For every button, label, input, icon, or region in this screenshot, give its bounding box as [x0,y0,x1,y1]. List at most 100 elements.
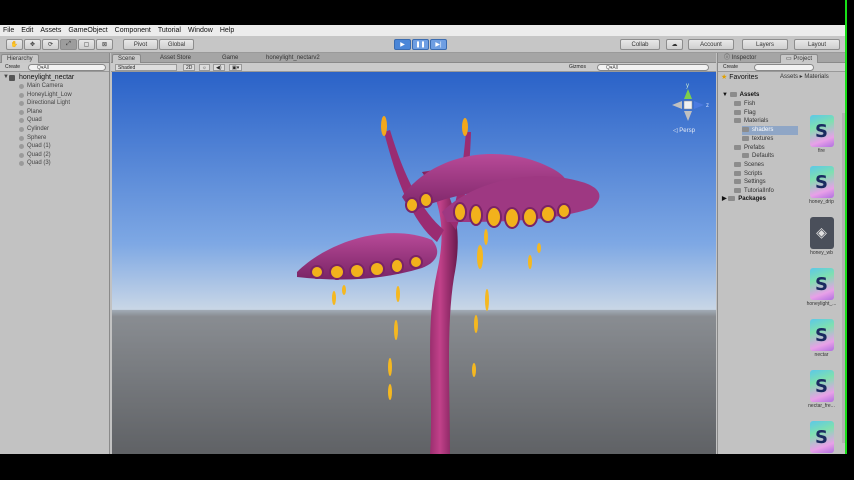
asset-tile[interactable]: Snectar [799,319,844,358]
ground-plane [112,310,716,454]
asset-tile[interactable]: ◈ honey_wb [799,217,844,256]
rotate-tool-button[interactable]: ⟳ [42,39,59,50]
hierarchy-search-input[interactable]: Q▾All [28,64,106,71]
gizmos-label: Gizmos [569,64,586,70]
gizmo-y-label: y [686,83,689,89]
asset-tile[interactable]: Sfire [799,115,844,154]
menu-file[interactable]: File [3,27,14,34]
asset-tile[interactable]: Shoney_drip [799,166,844,205]
scale-tool-button[interactable]: ⤢ [60,39,77,50]
cloud-button[interactable]: ☁ [666,39,683,50]
tab-honeylight-nectarv2[interactable]: honeylight_nectarv2 [261,54,325,63]
packages-row[interactable]: ▶ Packages [722,195,766,204]
project-breadcrumb[interactable]: Assets ▸ Materials [780,73,829,82]
project-create-button[interactable]: Create [721,64,740,71]
global-toggle[interactable]: Global [159,39,194,50]
play-button[interactable]: ▶ [394,39,411,50]
project-folder-item[interactable]: Scripts [734,170,762,179]
shader-icon: S [809,319,834,351]
folder-icon [734,188,741,193]
image-icon: ▣▾ [232,65,240,71]
menu-edit[interactable]: Edit [21,27,33,34]
gameobject-icon [19,92,24,98]
tab-project[interactable]: ▭ Project [780,54,819,63]
layers-label: Layers [755,41,774,48]
project-folder-item[interactable]: Prefabs [734,144,765,153]
effects-dropdown[interactable]: ▣▾ [229,64,243,71]
gizmo-persp-label[interactable]: ◁ Persp [673,128,696,134]
scene-search-input[interactable]: Q▾All [597,64,709,71]
project-folder-item[interactable]: Scenes [734,161,764,170]
scene-search-placeholder: Q▾All [606,65,618,71]
step-button[interactable]: ▶| [430,39,447,50]
shading-mode-dropdown[interactable]: Shaded [115,64,177,71]
project-create-label: Create [723,64,739,70]
gizmos-dropdown[interactable]: Gizmos [567,64,588,71]
tab-game-label: Game [222,55,239,61]
asset-name: honey_wb [810,250,833,256]
tab-scene[interactable]: Scene [112,54,142,63]
audio-toggle[interactable]: ◀) [213,64,225,71]
lighting-toggle[interactable]: ☼ [199,64,210,71]
tab-inspector[interactable]: ⓘ Inspector [719,54,761,63]
gizmo-center[interactable] [683,100,693,110]
shader-icon: S [809,268,834,300]
account-dropdown[interactable]: Account [688,39,734,50]
hand-tool-button[interactable]: ✋ [6,39,23,50]
transform-tool-button[interactable]: ⊠ [96,39,113,50]
gameobject-icon [19,144,24,150]
project-folder-item[interactable]: Fish [734,100,755,109]
scale-icon: ⤢ [66,41,71,47]
layers-dropdown[interactable]: Layers [742,39,788,50]
layout-dropdown[interactable]: Layout [794,39,840,50]
project-folder-label: Settings [744,179,766,186]
account-label: Account [700,41,722,48]
play-icon: ▶ [400,42,405,48]
pause-button[interactable]: ❚❚ [412,39,429,50]
asset-tile[interactable]: Sshader_code [799,421,844,454]
project-folder-item[interactable]: Materials [734,117,768,126]
project-folder-label: shaders [752,127,774,134]
tab-asset-store[interactable]: Asset Store [155,54,196,63]
menu-gameobject[interactable]: GameObject [68,27,107,34]
asset-tile[interactable]: Snectar_fre... [799,370,844,409]
info-icon: ⓘ [724,55,732,61]
project-folder-label: Defaults [752,153,775,160]
scene-tabbar: Scene Asset Store Game honeylight_nectar… [111,53,716,63]
pivot-toggle[interactable]: Pivot [123,39,158,50]
folder-icon [742,127,749,133]
menu-component[interactable]: Component [115,27,151,34]
collab-dropdown[interactable]: Collab [620,39,660,50]
scene-viewport[interactable]: y z ◁ Persp [112,72,716,454]
tab-asset-store-label: Asset Store [160,55,192,61]
rect-tool-button[interactable]: ▢ [78,39,95,50]
step-icon: ▶| [435,42,442,48]
hierarchy-panel: Hierarchy Create Q▾All ▼ honeylight_nect… [0,53,110,454]
assets-root-row[interactable]: ▼ Assets [722,91,759,100]
menu-help[interactable]: Help [220,27,234,34]
gameobject-icon [19,101,24,107]
project-search-input[interactable] [754,64,814,71]
project-panel: ⓘ Inspector ▭ Project Create ★ Favorites… [717,53,845,454]
menu-window[interactable]: Window [188,27,213,34]
scene-root-row[interactable]: ▼ honeylight_nectar [0,73,109,82]
hierarchy-create-button[interactable]: Create [3,64,22,71]
expand-arrow-icon: ▼ [722,92,730,98]
pause-icon: ❚❚ [415,42,426,48]
project-folder-item[interactable]: Settings [734,178,766,187]
project-folder-item[interactable]: shaders [742,126,798,136]
unity-editor-window: File Edit Assets GameObject Component Tu… [0,25,845,454]
menu-tutorial[interactable]: Tutorial [158,27,181,34]
project-folder-item[interactable]: Defaults [742,152,774,161]
project-folder-item[interactable]: textures [742,135,773,144]
favorites-header[interactable]: ★ Favorites [721,73,758,82]
asset-tile[interactable]: Shoneylight_... [799,268,844,307]
tab-hierarchy[interactable]: Hierarchy [1,54,39,63]
tab-game[interactable]: Game [217,54,243,63]
hierarchy-item[interactable]: Quad (3) [0,159,109,168]
move-tool-button[interactable]: ✥ [24,39,41,50]
project-folder-item[interactable]: Flag [734,109,756,118]
folder-icon [742,153,749,159]
menu-assets[interactable]: Assets [40,27,61,34]
2d-toggle[interactable]: 2D [183,64,196,71]
